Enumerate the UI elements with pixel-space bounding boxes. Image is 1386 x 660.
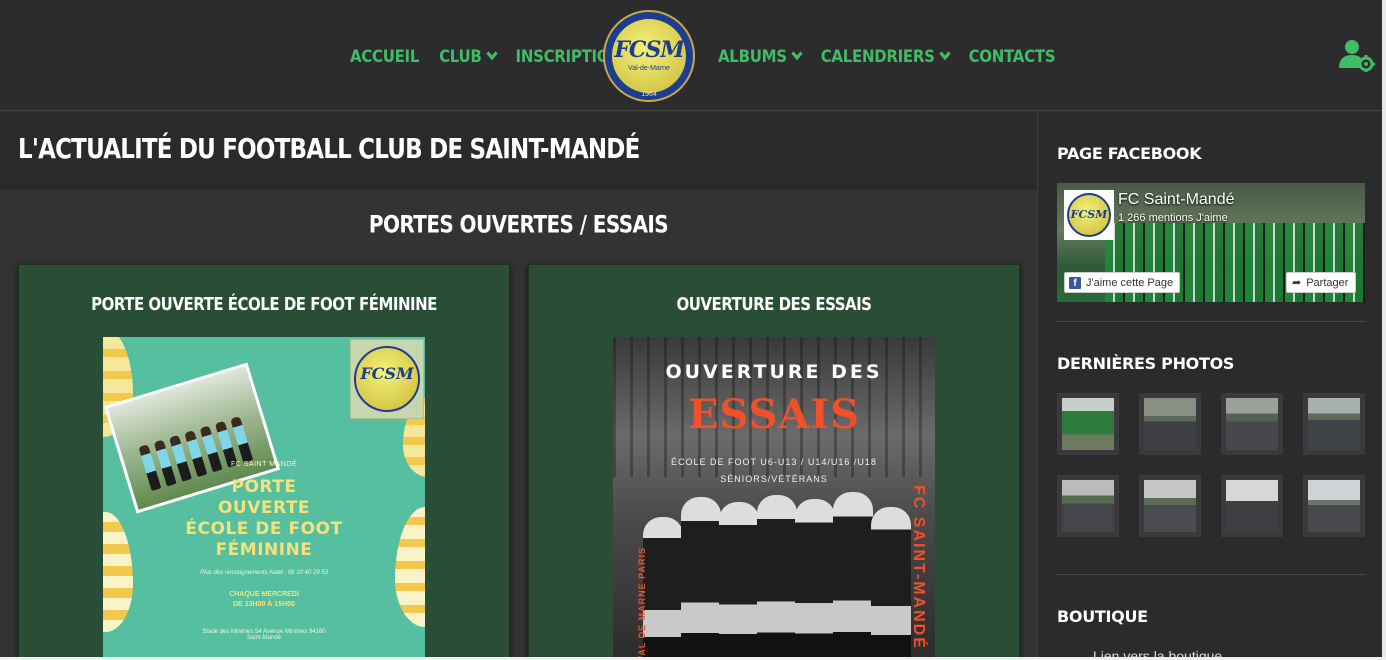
- poster-essais[interactable]: OUVERTURE DES ESSAIS ÉCOLE DE FOOT U6-U1…: [613, 337, 935, 660]
- sidebar: PAGE FACEBOOK FCSM FC Saint-Mandé 1 266 …: [1037, 112, 1386, 660]
- nav-accueil-label: ACCUEIL: [350, 45, 420, 66]
- facebook-like-button[interactable]: f J'aime cette Page: [1064, 272, 1181, 293]
- poster-line-3: ÉCOLE DE FOOT U6-U13 / U14/U16 /U18: [671, 457, 877, 467]
- facebook-likes-count: 1 266 mentions J'aime: [1118, 212, 1228, 224]
- photo-thumbnail[interactable]: [1057, 393, 1119, 455]
- poster-headline: PORTE OUVERTE ÉCOLE DE FOOT FÉMININE: [103, 477, 425, 561]
- poster-line-4: SÉNIORS/VÉTÉRANS: [720, 474, 828, 484]
- photo-thumbnail[interactable]: [1221, 393, 1283, 455]
- logo-subtitle: Val-de-Marne: [628, 65, 670, 72]
- card-title: PORTE OUVERTE ÉCOLE DE FOOT FÉMININE: [91, 293, 437, 315]
- photo-thumbnail[interactable]: [1139, 475, 1201, 537]
- chevron-down-icon: [791, 46, 803, 60]
- scrollbar-edge: [1382, 0, 1386, 660]
- poster-club-name: FC SAINT MANDÉ: [231, 461, 297, 468]
- facebook-widget[interactable]: FCSM FC Saint-Mandé 1 266 mentions J'aim…: [1057, 183, 1365, 302]
- chevron-down-icon: [485, 46, 498, 60]
- nav-albums-label: ALBUMS: [718, 45, 787, 66]
- divider: [1057, 574, 1365, 575]
- player-figure: [719, 502, 759, 660]
- top-navbar: ACCUEIL CLUB INSCRIPTIONS FCSM Val-de-Ma…: [0, 0, 1386, 111]
- player-figure: [795, 499, 835, 660]
- logo-text: FCSM: [614, 37, 684, 63]
- shop-heading: BOUTIQUE: [1057, 607, 1148, 626]
- club-logo[interactable]: FCSM Val-de-Marne 1964: [603, 10, 695, 102]
- chevron-down-icon: [938, 46, 951, 60]
- poster-contact-info: Plus des renseignements Nabil : 06 10 40…: [200, 570, 328, 576]
- headline-line: FÉMININE: [215, 540, 313, 560]
- logo-badge: FCSM Val-de-Marne: [612, 19, 686, 93]
- player-figure: [643, 517, 683, 660]
- poster-side-text: FC SAINT-MANDÉ: [910, 485, 927, 650]
- thumbnail-image: [1226, 398, 1278, 450]
- nav-club[interactable]: CLUB: [439, 45, 498, 66]
- news-card-porte-ouverte[interactable]: PORTE OUVERTE ÉCOLE DE FOOT FÉMININE FCS…: [18, 264, 510, 660]
- facebook-heading: PAGE FACEBOOK: [1057, 144, 1202, 163]
- photos-heading: DERNIÈRES PHOTOS: [1057, 354, 1235, 373]
- share-button-label: Partager: [1306, 276, 1349, 289]
- logo-year: 1964: [641, 91, 657, 98]
- thumbnail-image: [1144, 480, 1196, 532]
- photo-thumbnail[interactable]: [1303, 393, 1365, 455]
- facebook-share-button[interactable]: ➦ Partager: [1286, 272, 1357, 293]
- nav-contacts[interactable]: CONTACTS: [969, 45, 1056, 66]
- poster-line-2: ESSAIS: [687, 391, 860, 438]
- player-figure: [757, 495, 797, 660]
- facebook-avatar-logo: FCSM: [1067, 193, 1111, 237]
- thumbnail-image: [1062, 398, 1114, 450]
- like-button-label: J'aime cette Page: [1086, 276, 1174, 289]
- photo-thumbnail[interactable]: [1303, 475, 1365, 537]
- player-figure: [871, 507, 911, 660]
- page-title: L'ACTUALITÉ DU FOOTBALL CLUB DE SAINT-MA…: [18, 134, 640, 166]
- facebook-icon: f: [1069, 276, 1081, 289]
- news-card-essais[interactable]: OUVERTURE DES ESSAIS OUVERTURE DES ESSAI…: [528, 264, 1020, 660]
- photo-thumbnail[interactable]: [1139, 393, 1201, 455]
- headline-line: ÉCOLE DE FOOT: [185, 519, 343, 539]
- card-title: OUVERTURE DES ESSAIS: [676, 293, 873, 315]
- nav-calendriers-label: CALENDRIERS: [820, 45, 935, 66]
- user-gear-icon[interactable]: [1339, 38, 1375, 72]
- nav-accueil[interactable]: ACCUEIL: [350, 45, 419, 66]
- section-title: PORTES OUVERTES / ESSAIS: [368, 209, 669, 239]
- nav-right: ALBUMS CALENDRIERS CONTACTS: [718, 0, 1075, 111]
- headline-line: OUVERTE: [217, 498, 311, 518]
- poster-address: Stade des Minimes 54 Avenue Minimes 9416…: [103, 629, 425, 641]
- thumbnail-image: [1308, 398, 1360, 450]
- poster-porte-ouverte[interactable]: FCSM FC SAINT MANDÉ PORTE OUVERTE ÉCOLE …: [103, 337, 425, 660]
- poster-schedule: CHAQUE MERCREDI DE 13H00 À 15H00: [103, 590, 425, 610]
- divider: [1057, 321, 1365, 322]
- nav-contacts-label: CONTACTS: [968, 45, 1056, 66]
- headline-line: PORTE: [231, 477, 297, 497]
- player-figure: [833, 492, 873, 660]
- poster-side-text-left: VAL DE MARNE PARIS: [637, 547, 647, 660]
- thumbnail-image: [1308, 480, 1360, 532]
- player-figure: [681, 497, 721, 660]
- photo-thumbnail[interactable]: [1221, 475, 1283, 537]
- poster-line-1: OUVERTURE DES: [665, 361, 883, 383]
- nav-calendriers[interactable]: CALENDRIERS: [820, 45, 951, 66]
- schedule-line: DE 13H00 À 15H00: [233, 601, 295, 608]
- poster-logo-badge: FCSM: [354, 346, 420, 412]
- poster-logo: FCSM: [350, 339, 424, 419]
- thumbnail-image: [1062, 480, 1114, 532]
- photo-thumbnail[interactable]: [1057, 475, 1119, 537]
- page-title-bar: L'ACTUALITÉ DU FOOTBALL CLUB DE SAINT-MA…: [0, 112, 1037, 190]
- schedule-line: CHAQUE MERCREDI: [229, 591, 299, 598]
- thumbnail-image: [1144, 398, 1196, 450]
- thumbnail-image: [1226, 480, 1278, 532]
- address-line: Saint-Mandé: [246, 635, 282, 641]
- nav-club-label: CLUB: [439, 45, 482, 66]
- facebook-page-name[interactable]: FC Saint-Mandé: [1118, 191, 1235, 209]
- share-arrow-icon: ➦: [1292, 277, 1302, 289]
- nav-albums[interactable]: ALBUMS: [718, 45, 803, 66]
- facebook-avatar[interactable]: FCSM: [1064, 190, 1114, 240]
- main-content: PORTES OUVERTES / ESSAIS PORTE OUVERTE É…: [0, 190, 1037, 660]
